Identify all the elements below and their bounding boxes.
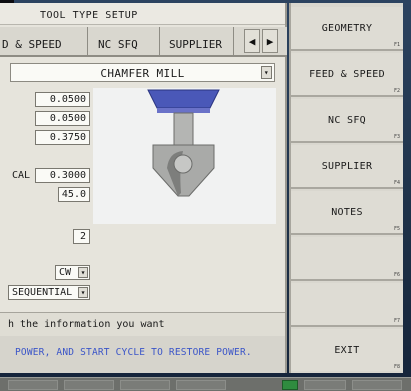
dropdown-arrow-icon[interactable]: ▾ [261, 66, 272, 79]
softkey-nc-sfq[interactable]: NC SFQ F3 [291, 99, 403, 143]
angle-field[interactable]: 45.0 [58, 187, 90, 202]
softkey-label: NC SFQ [328, 115, 366, 126]
softkey-notes[interactable]: NOTES F5 [291, 191, 403, 235]
softkey-panel: GEOMETRY F1 FEED & SPEED F2 NC SFQ F3 SU… [289, 3, 403, 373]
softkey-f6[interactable]: F6 [291, 237, 403, 281]
softkey-fn: F7 [393, 318, 400, 324]
softkey-fn: F6 [393, 272, 400, 278]
taskbar-slot [176, 380, 226, 390]
dropdown-arrow-icon[interactable]: ▾ [78, 287, 88, 298]
param-field-2[interactable]: 0.0500 [35, 111, 90, 126]
softkey-f7[interactable]: F7 [291, 283, 403, 327]
keyboard-icon[interactable] [282, 380, 298, 390]
taskbar-slot [120, 380, 170, 390]
softkey-exit[interactable]: EXIT F8 [291, 329, 403, 371]
rotation-value: CW [59, 267, 72, 278]
tab-nc-sfq[interactable]: NC SFQ [88, 27, 160, 57]
softkey-fn: F8 [393, 364, 400, 370]
softkey-label: EXIT [334, 345, 360, 356]
softkey-geometry[interactable]: GEOMETRY F1 [291, 7, 403, 51]
taskbar-slot [64, 380, 114, 390]
tab-bar: D & SPEED NC SFQ SUPPLIER ◀ ▶ [0, 27, 287, 57]
flutes-field[interactable]: 2 [73, 229, 90, 244]
tab-feed-speed[interactable]: D & SPEED [0, 27, 88, 57]
param-field-4[interactable]: 0.3000 [35, 168, 90, 183]
softkey-supplier[interactable]: SUPPLIER F4 [291, 145, 403, 189]
tab-supplier[interactable]: SUPPLIER [160, 27, 234, 57]
tool-type-value: CHAMFER MILL [100, 67, 185, 80]
softkey-fn: F4 [393, 180, 400, 186]
softkey-label: SUPPLIER [321, 161, 373, 172]
mode-select[interactable]: SEQUENTIAL ▾ [8, 285, 90, 300]
taskbar-slot [8, 380, 58, 390]
tool-type-select[interactable]: CHAMFER MILL ▾ [10, 63, 275, 82]
param-field-1[interactable]: 0.0500 [35, 92, 90, 107]
info-bar: h the information you want [0, 312, 285, 336]
tool-type-setup-dialog: TOOL TYPE SETUP D & SPEED NC SFQ SUPPLIE… [0, 3, 287, 373]
softkey-feed-speed[interactable]: FEED & SPEED F2 [291, 53, 403, 97]
taskbar [0, 377, 411, 391]
taskbar-slot [304, 380, 346, 390]
rotation-select[interactable]: CW ▾ [55, 265, 90, 280]
status-message: POWER, AND START CYCLE TO RESTORE POWER. [0, 336, 285, 373]
chamfer-mill-illustration [147, 89, 220, 197]
softkey-fn: F5 [393, 226, 400, 232]
tool-preview [93, 88, 276, 224]
softkey-fn: F1 [393, 42, 400, 48]
tab-scroll-right-icon[interactable]: ▶ [262, 29, 278, 53]
tab-scroll-left-icon[interactable]: ◀ [244, 29, 260, 53]
cal-label: CAL [12, 170, 31, 181]
softkey-label: NOTES [331, 207, 363, 218]
dialog-title: TOOL TYPE SETUP [0, 3, 285, 25]
param-field-3[interactable]: 0.3750 [35, 130, 90, 145]
softkey-label: FEED & SPEED [309, 69, 385, 80]
taskbar-slot [352, 380, 402, 390]
mode-value: SEQUENTIAL [12, 287, 73, 298]
softkey-fn: F2 [393, 88, 400, 94]
dropdown-arrow-icon[interactable]: ▾ [78, 267, 88, 278]
softkey-fn: F3 [393, 134, 400, 140]
softkey-label: GEOMETRY [321, 23, 373, 34]
